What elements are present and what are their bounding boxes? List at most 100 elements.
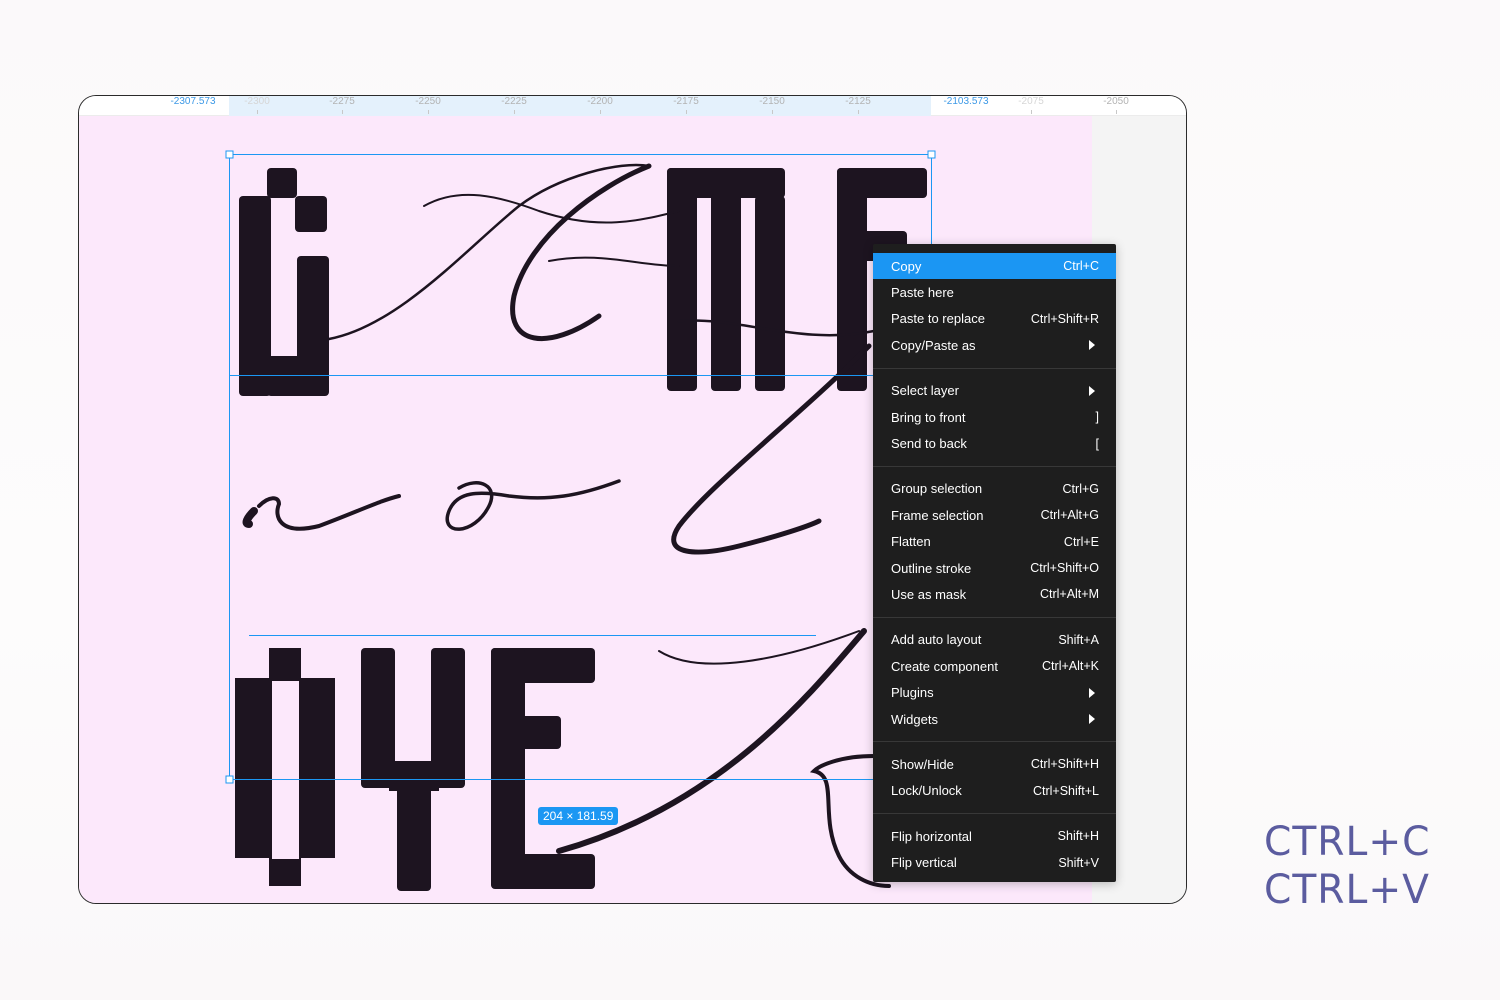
menu-divider xyxy=(873,741,1116,743)
menu-item-widgets[interactable]: Widgets xyxy=(873,706,1116,732)
menu-item-label: Flatten xyxy=(891,534,931,550)
menu-item-outline-stroke[interactable]: Outline stroke Ctrl+Shift+O xyxy=(873,555,1116,581)
menu-divider xyxy=(873,813,1116,815)
menu-item-create-component[interactable]: Create component Ctrl+Alt+K xyxy=(873,653,1116,679)
ruler-tick-mark xyxy=(686,110,687,114)
menu-item-label: Bring to front xyxy=(891,409,966,425)
ruler-selection-start: -2307.573 xyxy=(170,96,216,107)
glyph-g xyxy=(239,168,329,396)
ruler-tick: -2250 xyxy=(415,96,441,107)
horizontal-ruler: -2307.573 -2300 -2275 -2250 -2225 -2200 … xyxy=(79,96,1186,116)
ruler-tick-mark xyxy=(772,110,773,114)
menu-item-shortcut: Shift+V xyxy=(1058,855,1099,870)
menu-item-label: Select layer xyxy=(891,383,959,399)
menu-item-label: Send to back xyxy=(891,436,967,452)
menu-item-shortcut: Ctrl+Alt+M xyxy=(1039,587,1099,602)
menu-item-label: Create component xyxy=(891,658,998,674)
ruler-tick: -2300 xyxy=(244,96,270,107)
ruler-tick-mark xyxy=(600,110,601,114)
ruler-tick: -2050 xyxy=(1103,96,1129,107)
menu-divider xyxy=(873,465,1116,467)
ruler-tick: -2200 xyxy=(587,96,613,107)
ruler-tick: -2275 xyxy=(329,96,355,107)
menu-item-shortcut: Ctrl+G xyxy=(1062,481,1099,496)
ruler-tick-mark xyxy=(1031,110,1032,114)
menu-item-add-auto-layout[interactable]: Add auto layout Shift+A xyxy=(873,627,1116,653)
menu-item-label: Widgets xyxy=(891,711,938,727)
submenu-arrow-icon xyxy=(1089,340,1095,351)
menu-divider xyxy=(873,367,1116,369)
menu-item-flip-horizontal[interactable]: Flip horizontal Shift+H xyxy=(873,823,1116,849)
menu-item-flip-vertical[interactable]: Flip vertical Shift+V xyxy=(873,849,1116,875)
menu-item-frame-selection[interactable]: Frame selection Ctrl+Alt+G xyxy=(873,502,1116,528)
menu-item-label: Lock/Unlock xyxy=(891,783,962,799)
hotkey-copy: CTRL+C xyxy=(1264,819,1431,865)
menu-item-group-selection[interactable]: Group selection Ctrl+G xyxy=(873,476,1116,502)
menu-item-shortcut: Ctrl+Shift+O xyxy=(1030,561,1099,576)
menu-item-shortcut: Ctrl+Alt+K xyxy=(1042,659,1099,674)
menu-item-shortcut: Ctrl+C xyxy=(1063,259,1099,274)
resize-handle-top-right[interactable] xyxy=(927,150,936,159)
menu-item-shortcut: Ctrl+Shift+H xyxy=(1030,757,1099,772)
menu-item-label: Outline stroke xyxy=(891,560,972,576)
ruler-tick: -2225 xyxy=(501,96,527,107)
menu-item-label: Flip horizontal xyxy=(891,828,972,844)
menu-item-shortcut: ] xyxy=(1095,410,1099,425)
menu-item-use-as-mask[interactable]: Use as mask Ctrl+Alt+M xyxy=(873,581,1116,607)
ruler-tick-mark xyxy=(514,110,515,114)
menu-item-shortcut: Ctrl+Alt+G xyxy=(1040,508,1099,523)
ruler-tick: -2175 xyxy=(673,96,699,107)
menu-item-shortcut: Shift+A xyxy=(1058,632,1099,647)
resize-handle-top-left[interactable] xyxy=(225,150,234,159)
menu-item-shortcut: Ctrl+Shift+L xyxy=(1032,783,1099,798)
menu-item-shortcut: Ctrl+Shift+R xyxy=(1030,311,1099,326)
context-menu: Copy Ctrl+C Paste here Paste to replace … xyxy=(873,244,1116,882)
selection-size-badge: 204 × 181.59 xyxy=(538,807,619,825)
menu-item-paste-to-replace[interactable]: Paste to replace Ctrl+Shift+R xyxy=(873,306,1116,332)
menu-divider xyxy=(873,616,1116,618)
menu-item-label: Add auto layout xyxy=(891,632,982,648)
ruler-tick: -2075 xyxy=(1018,96,1044,107)
ruler-tick: -2150 xyxy=(759,96,785,107)
submenu-arrow-icon xyxy=(1089,714,1095,725)
glyph-y xyxy=(361,648,465,891)
menu-item-select-layer[interactable]: Select layer xyxy=(873,378,1116,404)
glyph-o xyxy=(235,648,335,886)
menu-item-paste-here[interactable]: Paste here xyxy=(873,279,1116,305)
menu-item-shortcut: [ xyxy=(1095,436,1099,451)
ruler-tick: -2125 xyxy=(845,96,871,107)
menu-item-shortcut: Ctrl+E xyxy=(1063,534,1099,549)
ruler-tick-mark xyxy=(257,110,258,114)
menu-item-lock-unlock[interactable]: Lock/Unlock Ctrl+Shift+L xyxy=(873,778,1116,804)
submenu-arrow-icon xyxy=(1089,385,1095,396)
menu-item-label: Paste to replace xyxy=(891,311,985,327)
menu-item-label: Copy xyxy=(891,258,922,274)
glyph-m xyxy=(667,168,785,391)
menu-item-copy-paste-as[interactable]: Copy/Paste as xyxy=(873,332,1116,358)
ruler-tick-mark xyxy=(1116,110,1117,114)
menu-item-label: Paste here xyxy=(891,285,954,301)
ruler-tick-mark xyxy=(858,110,859,114)
menu-item-copy[interactable]: Copy Ctrl+C xyxy=(873,253,1116,280)
hotkey-caption: CTRL+C CTRL+V xyxy=(1264,818,1434,914)
glyph-e-bottom xyxy=(491,648,595,889)
ruler-selection-end: -2103.573 xyxy=(943,96,989,107)
menu-item-label: Show/Hide xyxy=(891,756,954,772)
menu-item-shortcut: Shift+H xyxy=(1057,829,1099,844)
menu-item-flatten[interactable]: Flatten Ctrl+E xyxy=(873,529,1116,555)
menu-item-label: Use as mask xyxy=(891,586,967,602)
menu-item-plugins[interactable]: Plugins xyxy=(873,679,1116,705)
menu-item-label: Frame selection xyxy=(891,507,984,523)
menu-item-label: Plugins xyxy=(891,685,934,701)
script-strokes xyxy=(242,163,891,888)
menu-item-show-hide[interactable]: Show/Hide Ctrl+Shift+H xyxy=(873,751,1116,777)
resize-handle-bottom-left[interactable] xyxy=(225,775,234,784)
menu-item-bring-to-front[interactable]: Bring to front ] xyxy=(873,404,1116,430)
menu-item-label: Flip vertical xyxy=(891,855,957,871)
ruler-tick-mark xyxy=(342,110,343,114)
menu-item-label: Group selection xyxy=(891,481,983,497)
menu-item-label: Copy/Paste as xyxy=(891,337,976,353)
submenu-arrow-icon xyxy=(1089,687,1095,698)
ruler-tick-mark xyxy=(428,110,429,114)
menu-item-send-to-back[interactable]: Send to back [ xyxy=(873,430,1116,456)
